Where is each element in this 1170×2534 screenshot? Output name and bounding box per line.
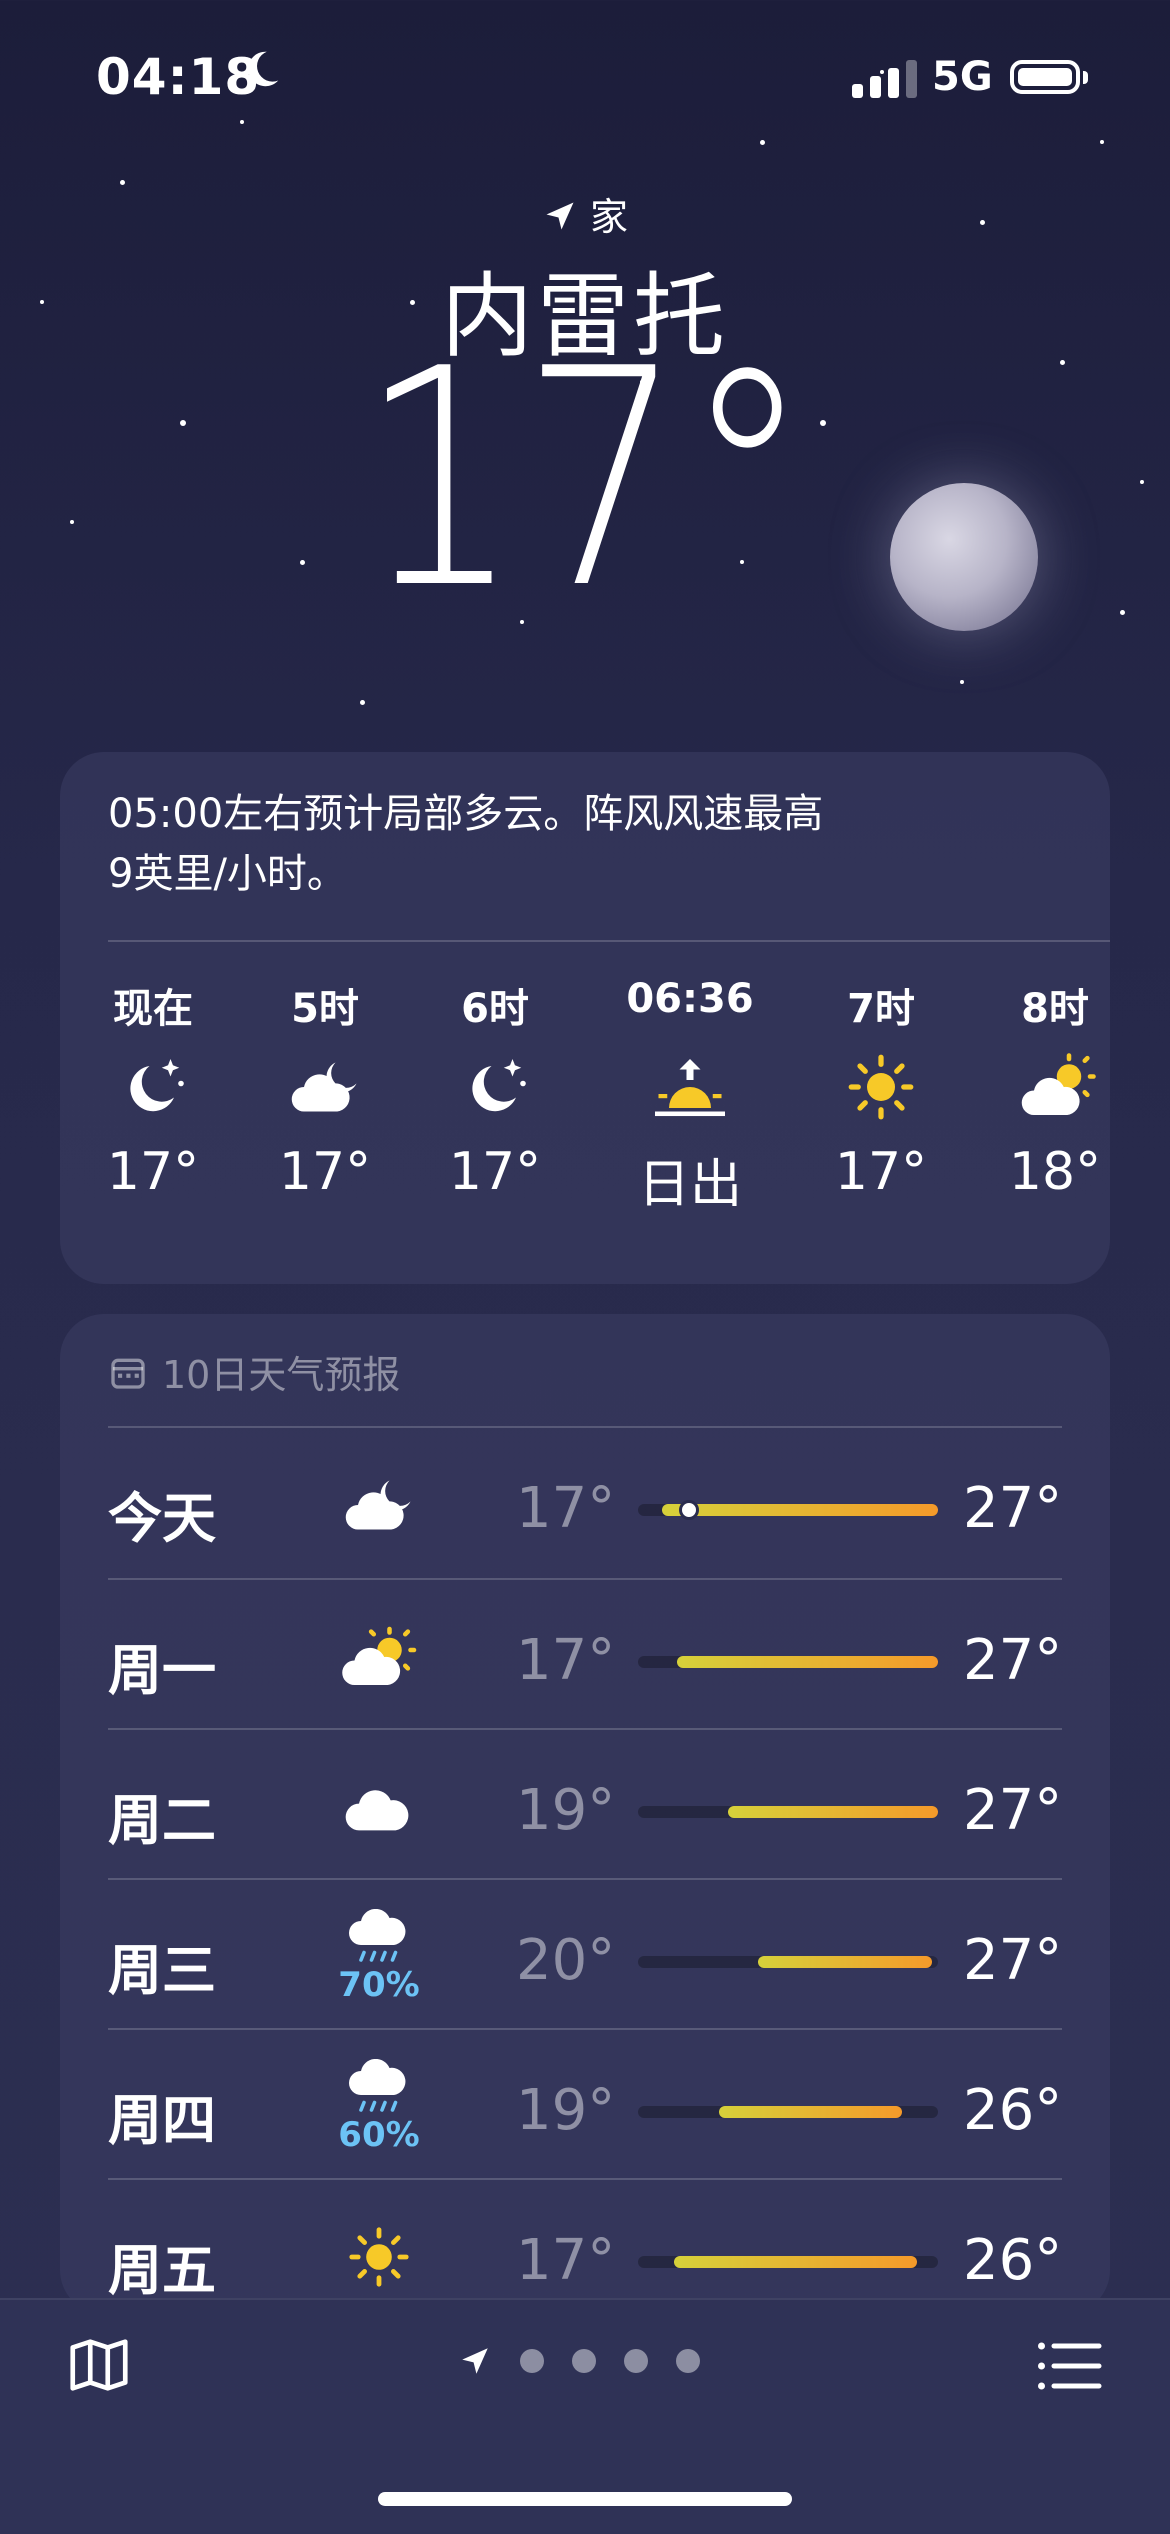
location-arrow-icon (462, 2348, 488, 2374)
hour-item: 7时 17° (806, 976, 956, 1202)
moon-stars-icon (78, 1032, 228, 1142)
location-name: 家 (590, 195, 629, 239)
day-name: 周二 (108, 1789, 216, 1852)
hour-label: 8时 (1021, 986, 1089, 1032)
home-indicator (378, 2492, 792, 2506)
high-temp: 27° (963, 1928, 1063, 1993)
current-temperature: 17° (359, 305, 811, 654)
hour-item: 06:36 日出 (615, 976, 765, 1217)
hour-item: 现在 17° (78, 976, 228, 1202)
low-temp: 19° (516, 2078, 616, 2143)
hour-temp: 17° (106, 1142, 200, 1202)
forecast-row: 周二 19° 27° (108, 1730, 1062, 1880)
day-name: 周四 (108, 2089, 216, 2152)
calendar-icon (111, 1358, 145, 1389)
low-temp: 20° (516, 1928, 616, 1993)
page-dot[interactable] (676, 2349, 700, 2373)
list-icon[interactable] (1034, 2336, 1104, 2400)
battery-icon (1010, 60, 1080, 94)
forecast-row: 周四 60% 19° 26° (108, 2030, 1062, 2180)
day-name: 周五 (108, 2239, 216, 2302)
high-temp: 26° (963, 2228, 1063, 2293)
high-temp: 26° (963, 2078, 1063, 2143)
hour-label: 6时 (461, 986, 529, 1032)
hour-item: 8时 18° (980, 976, 1130, 1202)
temp-range-bar (677, 1656, 938, 1668)
temp-range-bar (758, 1956, 932, 1968)
location-label: 家 (0, 186, 1170, 241)
cloud-sun-icon (324, 1602, 434, 1712)
hour-label: 06:36 (626, 976, 754, 1022)
day-name: 周三 (108, 1939, 216, 2002)
page-dot[interactable] (520, 2349, 544, 2373)
cloud-icon (324, 1752, 434, 1862)
card-divider (108, 940, 1110, 942)
low-temp: 17° (516, 2228, 616, 2293)
ten-day-title: 10日天气预报 (162, 1353, 401, 1397)
cloud-rain-icon: 60% (324, 2052, 434, 2162)
forecast-row: 周一 17° 27° (108, 1580, 1062, 1730)
current-temp-marker (679, 1500, 699, 1520)
hour-temp: 18° (1008, 1142, 1102, 1202)
focus-moon-icon (238, 46, 284, 96)
low-temp: 17° (516, 1628, 616, 1693)
cloud-rain-icon: 70% (324, 1902, 434, 2012)
hour-temp: 17° (448, 1142, 542, 1202)
status-time: 04:18 (96, 48, 261, 106)
summary-line-2: 9英里/小时。 (108, 851, 347, 897)
hour-temp: 17° (278, 1142, 372, 1202)
high-temp: 27° (963, 1476, 1063, 1541)
hour-label: 5时 (291, 986, 359, 1032)
forecast-row: 今天 17° 27° (108, 1428, 1062, 1578)
high-temp: 27° (963, 1628, 1063, 1693)
temp-range-bar (728, 1806, 938, 1818)
hour-item: 6时 17° (420, 976, 570, 1202)
page-dot[interactable] (572, 2349, 596, 2373)
sun-icon (324, 2202, 434, 2312)
temp-range-track (638, 2256, 938, 2268)
battery-tip (1083, 71, 1088, 84)
temp-range-bar (662, 1504, 938, 1516)
cloud-moon-icon (250, 1032, 400, 1142)
temp-range-track (638, 1806, 938, 1818)
page-indicator[interactable] (458, 2344, 700, 2378)
day-name: 今天 (108, 1487, 216, 1550)
sun-icon (806, 1032, 956, 1142)
precipitation-chance: 60% (338, 2115, 420, 2155)
temp-range-track (638, 2106, 938, 2118)
low-temp: 19° (516, 1778, 616, 1843)
temp-range-track (638, 1956, 938, 1968)
page-dot[interactable] (624, 2349, 648, 2373)
temp-range-bar (719, 2106, 902, 2118)
sunrise-icon (615, 1032, 765, 1142)
network-type: 5G (932, 54, 993, 100)
high-temp: 27° (963, 1778, 1063, 1843)
moon-stars-icon (420, 1032, 570, 1142)
cloud-sun-icon (980, 1032, 1130, 1142)
precipitation-chance: 70% (338, 1965, 420, 2005)
map-icon[interactable] (64, 2330, 134, 2404)
temp-range-bar (674, 2256, 917, 2268)
temp-range-track (638, 1656, 938, 1668)
hour-temp: 17° (834, 1142, 928, 1202)
ten-day-header: 10日天气预报 (108, 1344, 400, 1399)
day-name: 周一 (108, 1639, 216, 1702)
temp-range-track (638, 1500, 938, 1520)
hour-label: 现在 (113, 986, 193, 1032)
forecast-summary: 05:00左右预计局部多云。阵风风速最高 9英里/小时。 (108, 784, 1038, 904)
summary-line-1: 05:00左右预计局部多云。阵风风速最高 (108, 791, 824, 837)
cloud-moon-icon (324, 1450, 434, 1560)
hour-temp: 日出 (637, 1155, 742, 1215)
cellular-signal-icon (852, 60, 917, 98)
forecast-row: 周三 70% 20° 27° (108, 1880, 1062, 2030)
hour-item: 5时 17° (250, 976, 400, 1202)
hour-label: 7时 (847, 986, 915, 1032)
location-arrow-icon (546, 202, 574, 230)
low-temp: 17° (516, 1476, 616, 1541)
